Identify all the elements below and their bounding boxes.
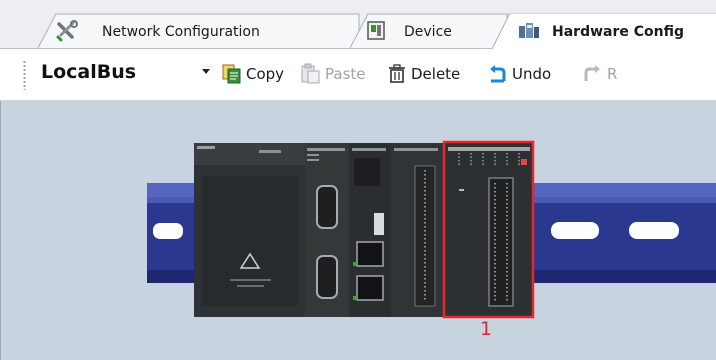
communication-module[interactable] xyxy=(349,143,391,317)
paste-label: Paste xyxy=(325,65,366,83)
io-module[interactable] xyxy=(391,143,443,317)
trash-icon xyxy=(386,63,408,85)
rail-slot xyxy=(629,222,679,239)
undo-button[interactable]: Undo xyxy=(487,59,551,89)
ethernet-port xyxy=(356,241,384,267)
selected-slot-number: 1 xyxy=(480,318,493,340)
delete-button[interactable]: Delete xyxy=(386,59,460,89)
copy-icon xyxy=(221,63,243,85)
hardware-toolbar: LocalBus Copy Paste Delete Undo R xyxy=(0,49,716,101)
tab-label: Device xyxy=(404,24,452,40)
paste-icon xyxy=(300,63,322,85)
tab-label: Hardware Config xyxy=(552,24,685,40)
undo-label: Undo xyxy=(512,65,552,83)
tab-label: Network Configuration xyxy=(102,24,260,40)
serial-port xyxy=(316,185,338,229)
redo-button[interactable]: R xyxy=(582,59,617,89)
toolbar-grip[interactable] xyxy=(23,60,26,90)
serial-port xyxy=(316,255,338,299)
document-tab-strip: Network Configuration Device Hardware Co… xyxy=(0,0,716,49)
tools-icon xyxy=(55,20,79,42)
undo-icon xyxy=(487,63,509,85)
hardware-config-icon xyxy=(518,20,540,42)
rail-slot xyxy=(551,222,599,239)
paste-button[interactable]: Paste xyxy=(300,59,366,89)
cpu-module[interactable] xyxy=(305,143,349,317)
device-icon xyxy=(366,20,388,42)
rail-slot xyxy=(153,223,183,239)
redo-icon xyxy=(582,63,604,85)
chevron-down-icon[interactable] xyxy=(202,69,210,74)
ethernet-port xyxy=(356,275,384,301)
delete-label: Delete xyxy=(411,65,461,83)
bus-selector[interactable]: LocalBus xyxy=(41,61,136,83)
io-module-selected[interactable] xyxy=(445,143,533,317)
redo-label: R xyxy=(607,65,618,83)
power-supply-module[interactable] xyxy=(194,143,305,317)
rack-diagram xyxy=(147,140,716,319)
copy-button[interactable]: Copy xyxy=(221,59,284,89)
tab-network-configuration[interactable]: Network Configuration xyxy=(38,13,360,48)
tab-device[interactable]: Device xyxy=(350,13,508,48)
hardware-canvas[interactable] xyxy=(0,101,716,360)
tab-hardware-config[interactable]: Hardware Config xyxy=(492,13,716,49)
io-connector xyxy=(488,177,514,307)
copy-label: Copy xyxy=(246,65,285,83)
